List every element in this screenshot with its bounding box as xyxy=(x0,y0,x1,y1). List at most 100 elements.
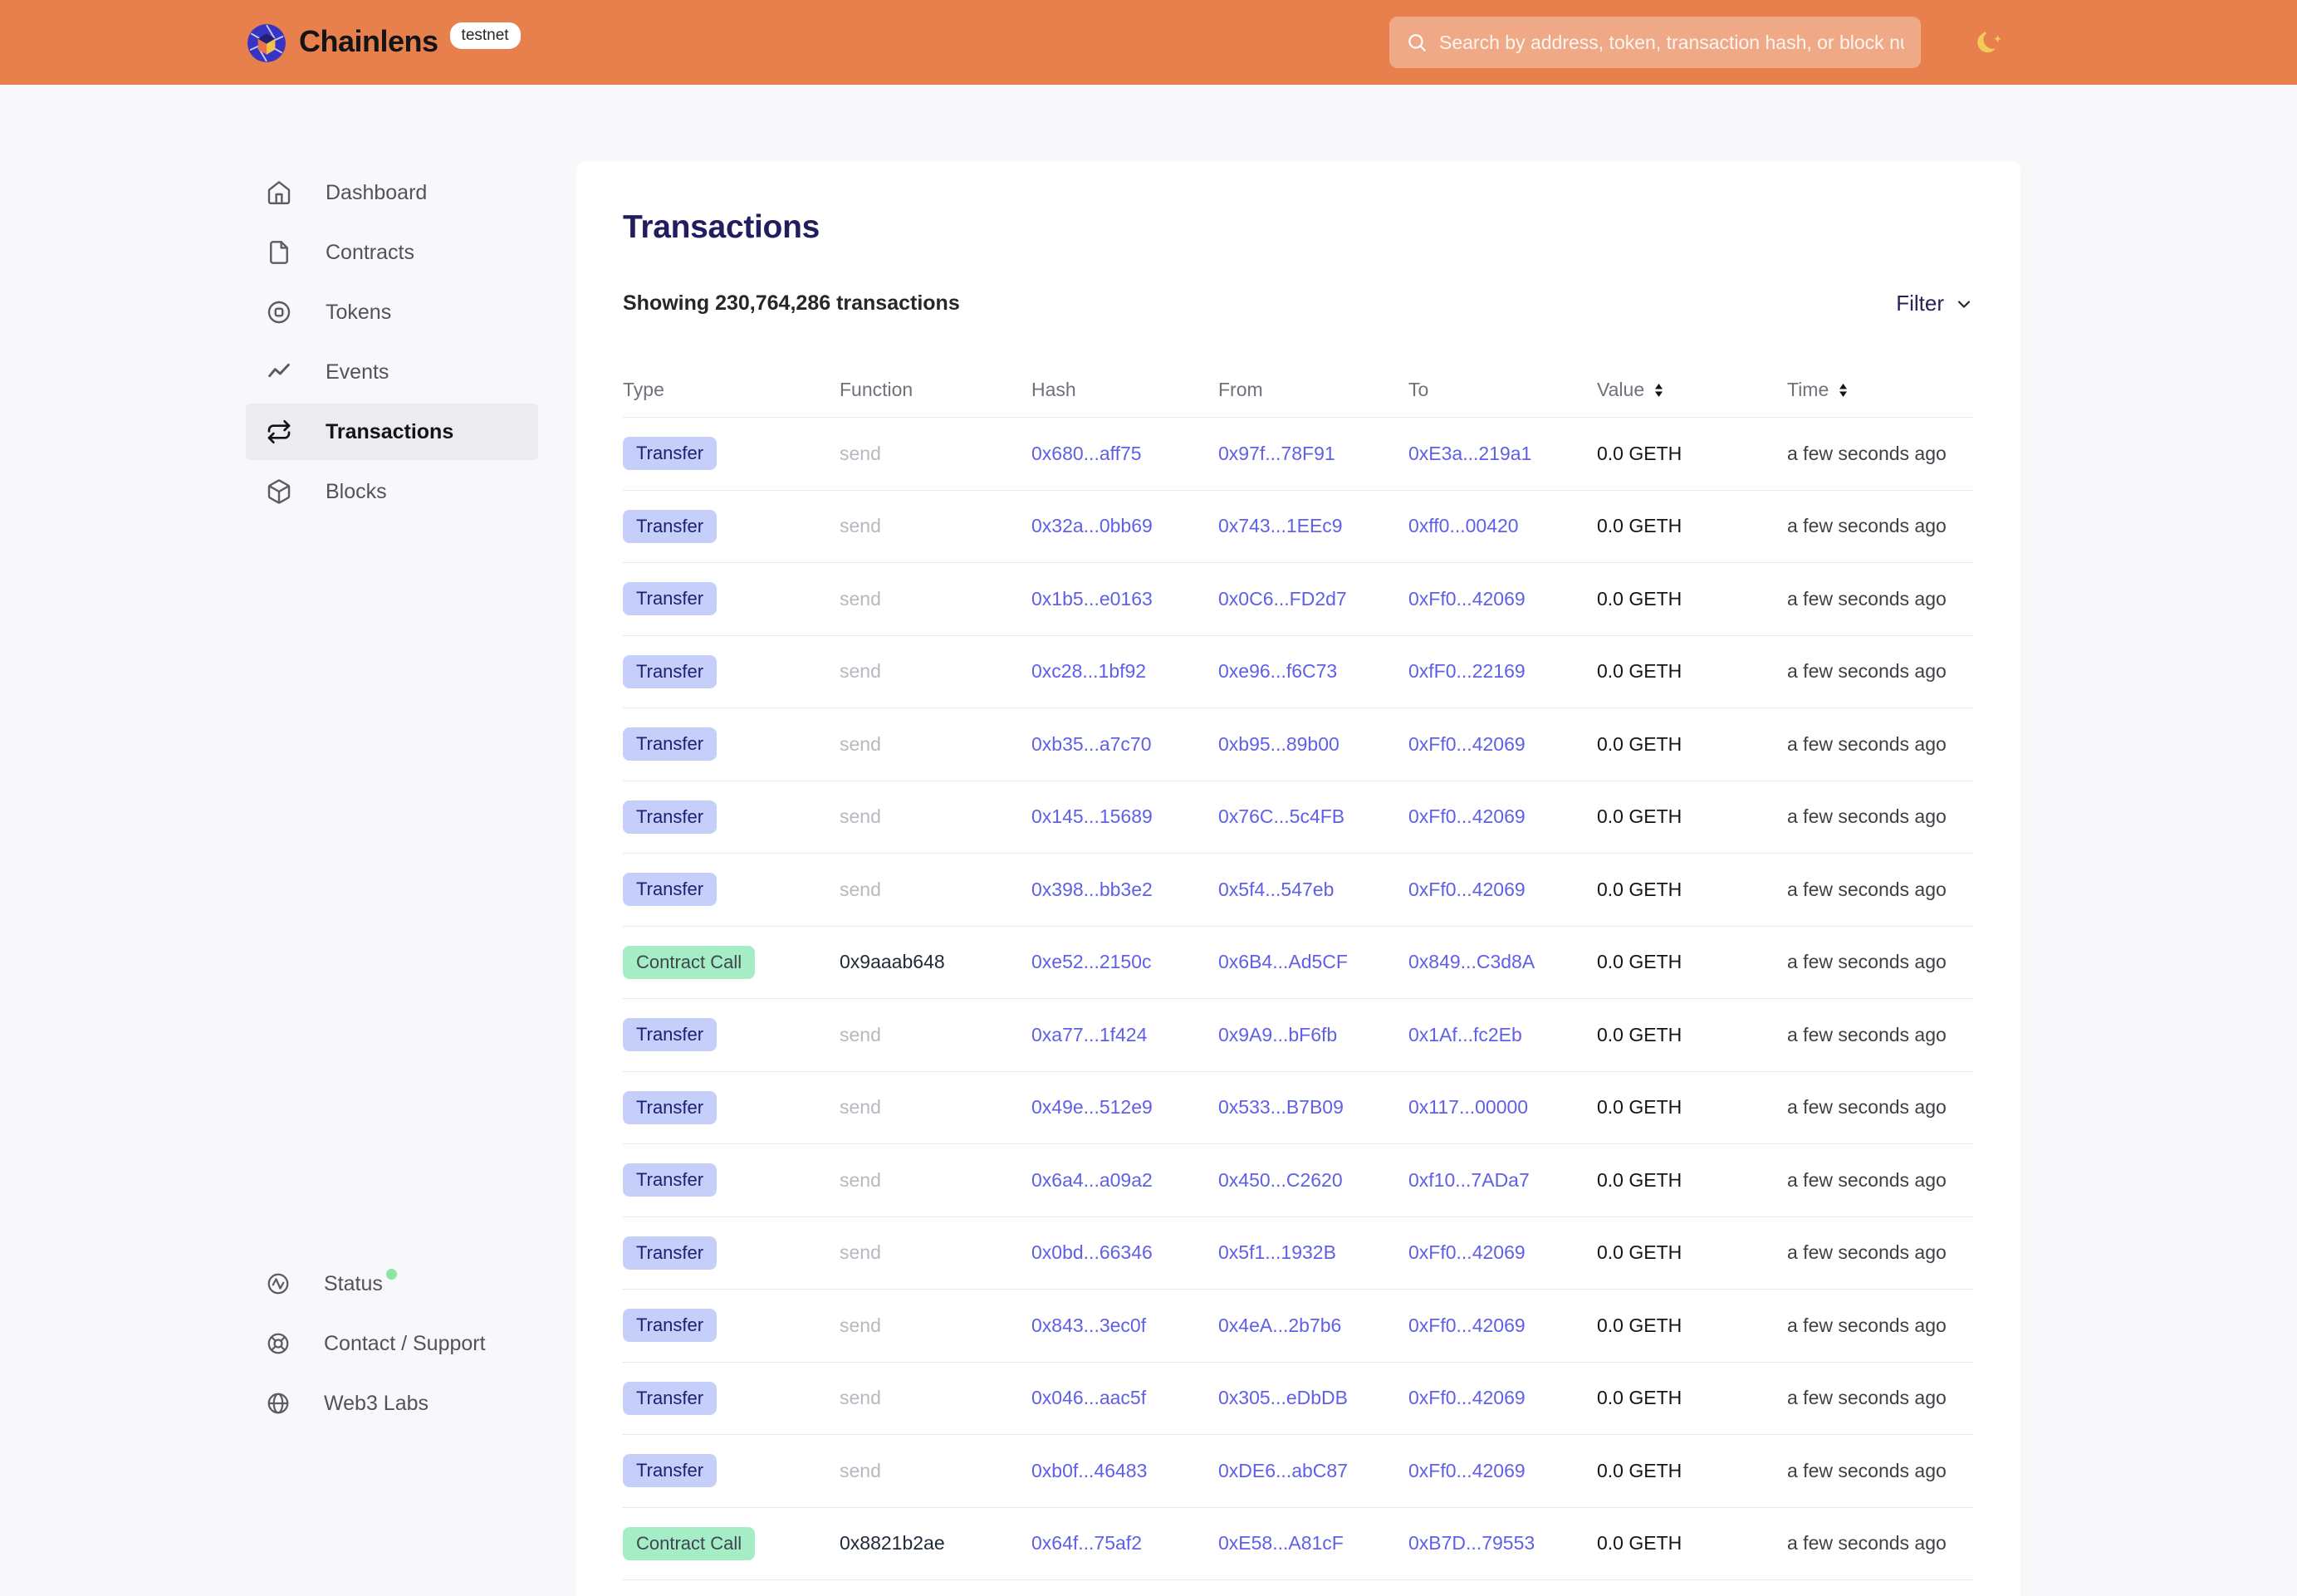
to-link[interactable]: 0xE3a...219a1 xyxy=(1408,443,1531,464)
sidebar-item-blocks[interactable]: Blocks xyxy=(246,463,538,520)
value-cell: 0.0 GETH xyxy=(1597,1460,1787,1482)
time-cell: a few seconds ago xyxy=(1787,1241,1963,1264)
hash-link[interactable]: 0x49e...512e9 xyxy=(1031,1096,1153,1118)
from-link[interactable]: 0x4eA...2b7b6 xyxy=(1218,1314,1341,1336)
sidebar-item-label: Web3 Labs xyxy=(324,1392,429,1416)
table-row: Transfer send 0x046...aac5f 0x305...eDbD… xyxy=(623,1363,1974,1436)
table-row: Transfer send 0x680...aff75 0x97f...78F9… xyxy=(623,418,1974,491)
function-cell: send xyxy=(840,1241,1031,1264)
function-cell: send xyxy=(840,1314,1031,1337)
function-cell: send xyxy=(840,1169,1031,1192)
to-link[interactable]: 0xFf0...42069 xyxy=(1408,879,1526,900)
to-link[interactable]: 0xf10...7ADa7 xyxy=(1408,1169,1530,1191)
sidebar-item-tokens[interactable]: Tokens xyxy=(246,284,538,340)
to-link[interactable]: 0xFf0...42069 xyxy=(1408,1460,1526,1481)
hash-link[interactable]: 0x64f...75af2 xyxy=(1031,1532,1142,1554)
hash-link[interactable]: 0xe52...2150c xyxy=(1031,951,1152,972)
from-link[interactable]: 0xE58...A81cF xyxy=(1218,1532,1344,1554)
hash-link[interactable]: 0xa77...1f424 xyxy=(1031,1024,1147,1045)
table-row: Transfer send 0x843...3ec0f 0x4eA...2b7b… xyxy=(623,1290,1974,1363)
search-input[interactable] xyxy=(1439,32,1904,54)
hash-link[interactable]: 0x843...3ec0f xyxy=(1031,1314,1146,1336)
column-header-time[interactable]: Time xyxy=(1787,379,1963,401)
hash-link[interactable]: 0xc28...1bf92 xyxy=(1031,660,1146,682)
hash-link[interactable]: 0x1b5...e0163 xyxy=(1031,588,1153,610)
to-link[interactable]: 0xff0...00420 xyxy=(1408,515,1519,536)
function-cell: send xyxy=(840,443,1031,465)
time-cell: a few seconds ago xyxy=(1787,1169,1963,1192)
sidebar-item-events[interactable]: Events xyxy=(246,344,538,400)
value-cell: 0.0 GETH xyxy=(1597,1024,1787,1046)
to-link[interactable]: 0xFf0...42069 xyxy=(1408,1387,1526,1408)
column-header-function: Function xyxy=(840,379,1031,401)
sidebar-item-contracts[interactable]: Contracts xyxy=(246,224,538,281)
time-cell: a few seconds ago xyxy=(1787,660,1963,683)
sidebar-item-web3-labs[interactable]: Web3 Labs xyxy=(246,1375,538,1432)
from-link[interactable]: 0x0C6...FD2d7 xyxy=(1218,588,1347,610)
sidebar-item-label: Contracts xyxy=(326,241,414,265)
sort-icon[interactable] xyxy=(1653,383,1665,398)
to-link[interactable]: 0x1Af...fc2Eb xyxy=(1408,1024,1522,1045)
to-link[interactable]: 0xfF0...22169 xyxy=(1408,660,1526,682)
from-link[interactable]: 0x305...eDbDB xyxy=(1218,1387,1348,1408)
type-badge: Transfer xyxy=(623,873,717,906)
type-badge: Contract Call xyxy=(623,1527,755,1560)
from-link[interactable]: 0x6B4...Ad5CF xyxy=(1218,951,1348,972)
from-link[interactable]: 0x97f...78F91 xyxy=(1218,443,1335,464)
to-link[interactable]: 0xFf0...42069 xyxy=(1408,1241,1526,1263)
hash-link[interactable]: 0x398...bb3e2 xyxy=(1031,879,1153,900)
search-icon xyxy=(1406,32,1428,53)
time-cell: a few seconds ago xyxy=(1787,1387,1963,1409)
theme-toggle-button[interactable] xyxy=(1972,24,2009,61)
hash-link[interactable]: 0x680...aff75 xyxy=(1031,443,1142,464)
chainlens-logo-icon xyxy=(246,22,287,64)
from-link[interactable]: 0xDE6...abC87 xyxy=(1218,1460,1348,1481)
to-link[interactable]: 0xFf0...42069 xyxy=(1408,805,1526,827)
type-cell: Transfer xyxy=(623,582,840,615)
sidebar-item-dashboard[interactable]: Dashboard xyxy=(246,164,538,221)
type-badge: Transfer xyxy=(623,655,717,688)
transaction-count-summary: Showing 230,764,286 transactions xyxy=(623,291,960,316)
from-link[interactable]: 0x743...1EEc9 xyxy=(1218,515,1343,536)
to-link[interactable]: 0x117...00000 xyxy=(1408,1096,1528,1118)
time-cell: a few seconds ago xyxy=(1787,443,1963,465)
hash-link[interactable]: 0xb35...a7c70 xyxy=(1031,733,1152,755)
sidebar-item-status[interactable]: Status xyxy=(246,1256,538,1312)
to-link[interactable]: 0xB7D...79553 xyxy=(1408,1532,1535,1554)
search-box[interactable] xyxy=(1389,17,1921,68)
type-cell: Transfer xyxy=(623,1454,840,1487)
from-link[interactable]: 0x76C...5c4FB xyxy=(1218,805,1344,827)
from-link[interactable]: 0x450...C2620 xyxy=(1218,1169,1343,1191)
from-link[interactable]: 0x5f1...1932B xyxy=(1218,1241,1336,1263)
value-cell: 0.0 GETH xyxy=(1597,1314,1787,1337)
filter-button[interactable]: Filter xyxy=(1896,291,1974,316)
type-badge: Transfer xyxy=(623,1454,717,1487)
brand[interactable]: Chainlens testnet xyxy=(246,21,521,64)
column-header-value[interactable]: Value xyxy=(1597,379,1787,401)
from-link[interactable]: 0xe96...f6C73 xyxy=(1218,660,1337,682)
from-link[interactable]: 0x5f4...547eb xyxy=(1218,879,1334,900)
value-cell: 0.0 GETH xyxy=(1597,515,1787,537)
from-link[interactable]: 0x533...B7B09 xyxy=(1218,1096,1344,1118)
to-link[interactable]: 0xFf0...42069 xyxy=(1408,588,1526,610)
sort-icon[interactable] xyxy=(1837,383,1849,398)
to-link[interactable]: 0x849...C3d8A xyxy=(1408,951,1535,972)
hash-link[interactable]: 0x6a4...a09a2 xyxy=(1031,1169,1153,1191)
type-cell: Transfer xyxy=(623,1163,840,1197)
from-link[interactable]: 0x9A9...bF6fb xyxy=(1218,1024,1337,1045)
from-link[interactable]: 0xb95...89b00 xyxy=(1218,733,1340,755)
to-link[interactable]: 0xFf0...42069 xyxy=(1408,1314,1526,1336)
hash-link[interactable]: 0xb0f...46483 xyxy=(1031,1460,1147,1481)
hash-link[interactable]: 0x32a...0bb69 xyxy=(1031,515,1153,536)
to-link[interactable]: 0xFf0...42069 xyxy=(1408,733,1526,755)
type-cell: Transfer xyxy=(623,727,840,761)
table-row: Transfer send 0x49e...512e9 0x533...B7B0… xyxy=(623,1072,1974,1145)
sidebar-item-transactions[interactable]: Transactions xyxy=(246,404,538,460)
hash-link[interactable]: 0x0bd...66346 xyxy=(1031,1241,1153,1263)
hash-link[interactable]: 0x046...aac5f xyxy=(1031,1387,1146,1408)
column-header-hash: Hash xyxy=(1031,379,1218,401)
table-row: Transfer send 0x32a...0bb69 0x743...1EEc… xyxy=(623,491,1974,564)
hash-link[interactable]: 0x145...15689 xyxy=(1031,805,1153,827)
sidebar-item-contact-support[interactable]: Contact / Support xyxy=(246,1315,538,1372)
function-cell: send xyxy=(840,733,1031,756)
